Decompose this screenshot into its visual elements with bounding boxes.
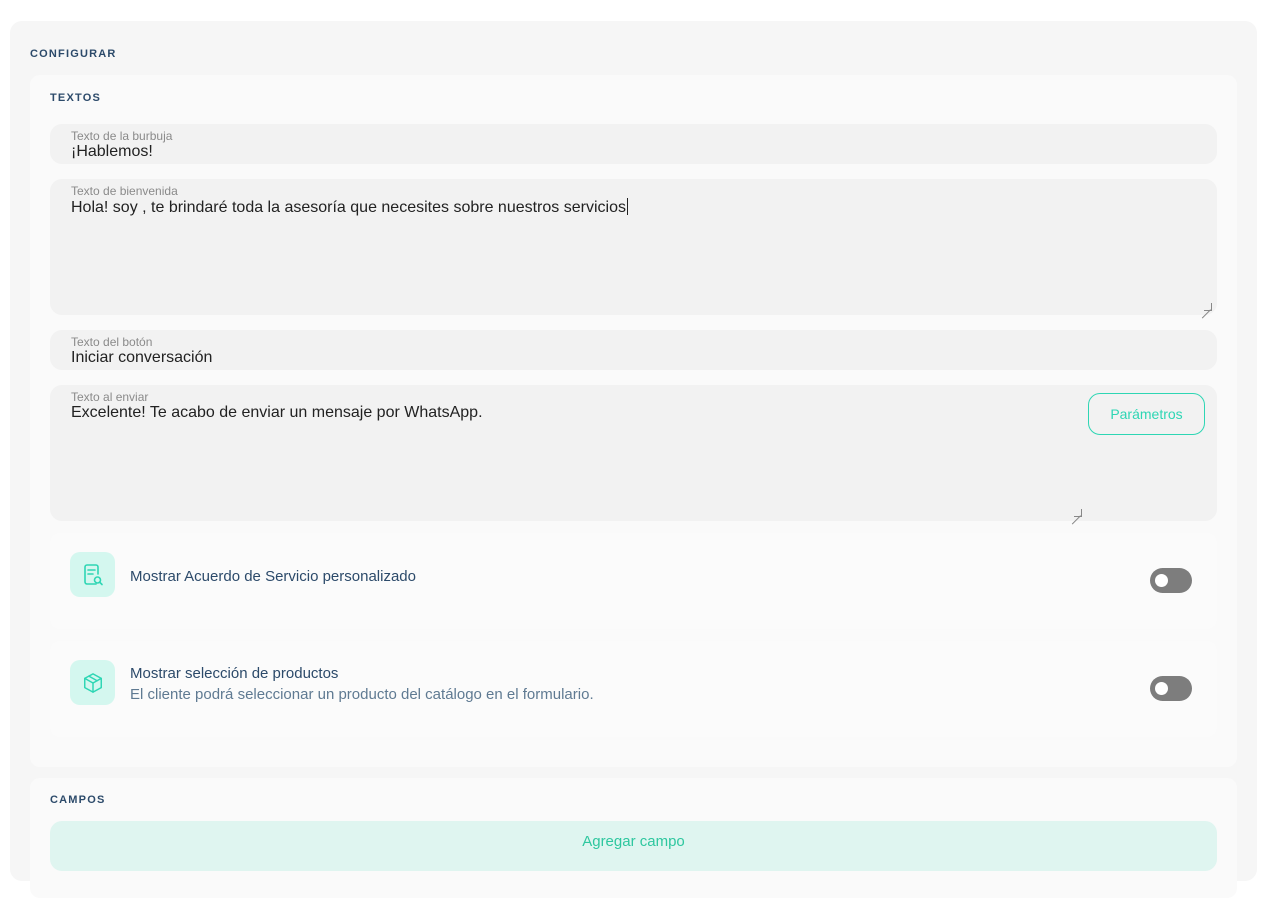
- option-title: Mostrar Acuerdo de Servicio personalizad…: [130, 568, 416, 585]
- button-text-field[interactable]: Texto del botón Iniciar conversación: [50, 330, 1217, 370]
- welcome-text-value: Hola! soy , te brindaré toda la asesoría…: [71, 198, 628, 216]
- bubble-text-field[interactable]: Texto de la burbuja ¡Hablemos!: [50, 124, 1217, 164]
- text-caret: [626, 198, 628, 215]
- option-subtitle: El cliente podrá seleccionar un producto…: [130, 686, 594, 703]
- fields-card: CAMPOS Agregar campo: [30, 778, 1237, 898]
- send-text-field[interactable]: Texto al enviar Excelente! Te acabo de e…: [50, 385, 1217, 521]
- resize-handle[interactable]: [1204, 303, 1212, 311]
- toggle-knob: [1155, 682, 1168, 695]
- send-text-label: Texto al enviar: [71, 390, 149, 404]
- service-agreement-toggle[interactable]: [1150, 568, 1192, 593]
- configure-panel: CONFIGURAR TEXTOS Texto de la burbuja ¡H…: [10, 21, 1257, 898]
- product-selection-toggle[interactable]: [1150, 676, 1192, 701]
- add-field-button[interactable]: Agregar campo: [50, 821, 1217, 871]
- send-text-value: Excelente! Te acabo de enviar un mensaje…: [71, 404, 483, 421]
- parameters-button[interactable]: Parámetros: [1088, 393, 1205, 435]
- bubble-text-value: ¡Hablemos!: [71, 143, 153, 160]
- button-text-value: Iniciar conversación: [71, 349, 213, 366]
- toggle-knob: [1155, 574, 1168, 587]
- document-search-icon: [70, 552, 115, 597]
- option-product-selection: Mostrar selección de productos El client…: [50, 641, 1217, 737]
- button-text-label: Texto del botón: [71, 335, 153, 349]
- welcome-text-field[interactable]: Texto de bienvenida Hola! soy , te brind…: [50, 179, 1217, 315]
- texts-title: TEXTOS: [50, 92, 102, 104]
- option-title: Mostrar selección de productos: [130, 665, 339, 682]
- welcome-text-label: Texto de bienvenida: [71, 184, 178, 198]
- configure-title: CONFIGURAR: [30, 48, 117, 60]
- bubble-text-label: Texto de la burbuja: [71, 129, 173, 143]
- resize-handle[interactable]: [1074, 509, 1082, 517]
- texts-card: TEXTOS Texto de la burbuja ¡Hablemos! Te…: [30, 75, 1237, 767]
- box-icon: [70, 660, 115, 705]
- option-service-agreement: Mostrar Acuerdo de Servicio personalizad…: [50, 533, 1217, 629]
- fields-title: CAMPOS: [50, 794, 106, 806]
